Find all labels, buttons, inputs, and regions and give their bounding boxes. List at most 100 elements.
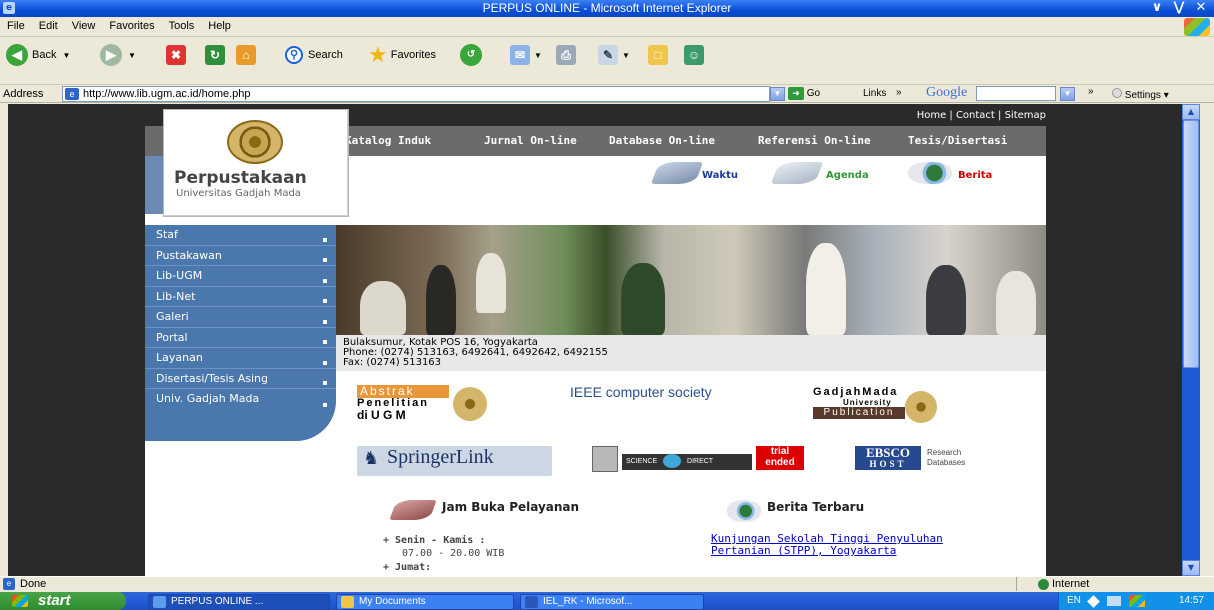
settings-button[interactable]: Settings ▾ — [1112, 88, 1169, 101]
radio-icon — [1112, 88, 1122, 98]
berita-globe-icon[interactable] — [908, 162, 952, 184]
address-input[interactable]: e http://www.lib.ugm.ac.id/home.php — [62, 86, 770, 102]
maximize-button[interactable]: ⋁ — [1168, 0, 1190, 17]
gmup-logo[interactable]: GadjahMada University Publication — [813, 387, 937, 427]
abstrak-penelitian-logo[interactable]: Abstrak Penelitian di U G M — [357, 385, 487, 425]
start-button[interactable]: start — [0, 592, 126, 610]
stop-button[interactable]: ✖ — [166, 43, 186, 67]
go-button[interactable]: ➜ Go — [788, 87, 820, 100]
globe-icon — [727, 500, 761, 522]
menu-tools[interactable]: Tools — [162, 17, 202, 35]
messenger-tray-icon[interactable] — [1129, 595, 1145, 607]
menu-pustakawan[interactable]: Pustakawan — [145, 246, 336, 266]
vertical-scrollbar[interactable]: ▲ ▼ — [1182, 104, 1200, 576]
springer-horse-icon: ♞ — [363, 448, 380, 468]
menu-file[interactable]: File — [0, 17, 32, 35]
network-icon[interactable] — [1107, 596, 1121, 606]
mail-button[interactable]: ✉ ▼ — [510, 43, 542, 67]
waktu-link[interactable]: Waktu — [702, 170, 738, 181]
agenda-link[interactable]: Agenda — [826, 170, 869, 181]
menu-portal[interactable]: Portal — [145, 328, 336, 348]
host-text: HOST — [869, 459, 907, 469]
photo-figure — [360, 281, 406, 335]
nav-jurnal-online[interactable]: Jurnal On-line — [484, 134, 577, 147]
ugm-seal-icon — [453, 387, 487, 421]
direct-text: DIRECT — [687, 458, 714, 465]
top-links[interactable]: Home | Contact | Sitemap — [917, 110, 1046, 121]
chevron-down-icon: ▼ — [622, 50, 630, 60]
address-dropdown[interactable]: ▼ — [770, 87, 785, 101]
berita-link[interactable]: Berita — [958, 170, 992, 181]
status-text: Done — [20, 578, 47, 590]
edit-button[interactable]: ✎ ▼ — [598, 43, 630, 67]
ebsco-logo[interactable]: EBSCO HOST Research Databases — [855, 446, 985, 476]
task-perpus-online[interactable]: PERPUS ONLINE ... — [148, 594, 330, 610]
menu-view[interactable]: View — [65, 17, 103, 35]
springerlink-logo[interactable]: ♞ SpringerLink — [357, 446, 552, 476]
menu-layanan[interactable]: Layanan — [145, 348, 336, 369]
menu-favorites[interactable]: Favorites — [102, 17, 161, 35]
folder-button[interactable]: □ — [648, 43, 668, 67]
menu-lib-net[interactable]: Lib-Net — [145, 287, 336, 307]
menu-lib-ugm[interactable]: Lib-UGM — [145, 266, 336, 287]
search-button[interactable]: ⚲ Search — [285, 43, 343, 67]
jam-day-2: + Jumat: — [383, 562, 432, 573]
menu-staf[interactable]: Staf — [145, 225, 336, 246]
chevron-right-icon[interactable]: » — [896, 87, 902, 98]
messenger-button[interactable]: ☺ — [684, 43, 704, 67]
mail-icon: ✉ — [510, 45, 530, 65]
nav-database-online[interactable]: Database On-line — [609, 134, 715, 147]
menu-help[interactable]: Help — [201, 17, 238, 35]
links-button[interactable]: Links — [863, 88, 886, 99]
address-bar: Address e http://www.lib.ugm.ac.id/home.… — [0, 85, 1214, 103]
nav-referensi-online[interactable]: Referensi On-line — [758, 134, 871, 147]
address-url: http://www.lib.ugm.ac.id/home.php — [83, 88, 251, 100]
jam-time-1: 07.00 - 20.00 WIB — [402, 548, 505, 559]
menu-univ-gadjah-mada[interactable]: Univ. Gadjah Mada — [145, 389, 336, 410]
refresh-button[interactable]: ↻ — [205, 43, 225, 67]
fax-line: Fax: (0274) 513163 — [343, 357, 442, 368]
print-button[interactable]: ⎙ — [556, 43, 576, 67]
berita-link[interactable]: Kunjungan Sekolah Tinggi Penyuluhan Pert… — [711, 533, 981, 557]
chevron-down-icon[interactable]: ▼ — [62, 51, 70, 60]
nav-katalog-induk[interactable]: Katalog Induk — [345, 134, 431, 147]
tray-diamond-icon[interactable] — [1087, 595, 1100, 608]
sd-banner: SCIENCE DIRECT — [622, 454, 752, 470]
ieee-computer-society-logo[interactable]: IEEE computer society — [570, 384, 712, 400]
photo-figure — [926, 265, 966, 335]
forward-button[interactable]: ▶ ▼ — [100, 43, 136, 67]
menu-disertasi-tesis-asing[interactable]: Disertasi/Tesis Asing — [145, 369, 336, 389]
menu-bar: File Edit View Favorites Tools Help — [0, 17, 1214, 37]
google-search-field[interactable] — [976, 86, 1056, 101]
waktu-icon[interactable] — [650, 162, 704, 184]
window-title: PERPUS ONLINE - Microsoft Internet Explo… — [482, 1, 732, 15]
language-indicator[interactable]: EN — [1067, 592, 1081, 610]
standard-toolbar: ◀ Back ▼ ▶ ▼ ✖ ↻ ⌂ ⚲ Search ★ Favorites … — [0, 37, 1214, 85]
favorites-button[interactable]: ★ Favorites — [368, 42, 436, 67]
site-logo[interactable]: Perpustakaan Universitas Gadjah Mada — [164, 110, 348, 216]
agenda-icon[interactable] — [770, 162, 824, 184]
jam-buka-icon — [389, 500, 437, 520]
close-button[interactable]: ✕ — [1190, 0, 1212, 17]
menu-galeri[interactable]: Galeri — [145, 307, 336, 328]
search-icon: ⚲ — [285, 46, 303, 64]
research-text: Research — [927, 448, 962, 457]
chevron-right-icon[interactable]: » — [1088, 86, 1094, 97]
photo-figure — [621, 263, 665, 335]
home-button[interactable]: ⌂ — [236, 43, 256, 67]
task-my-documents[interactable]: My Documents — [336, 594, 514, 610]
title-bar[interactable]: e PERPUS ONLINE - Microsoft Internet Exp… — [0, 0, 1214, 17]
google-dropdown[interactable]: ▼ — [1060, 87, 1075, 101]
scroll-down-button[interactable]: ▼ — [1182, 560, 1200, 576]
scroll-up-button[interactable]: ▲ — [1182, 104, 1200, 120]
sciencedirect-logo[interactable]: SCIENCE DIRECT trial ended — [592, 446, 812, 476]
back-button[interactable]: ◀ Back ▼ — [6, 43, 70, 67]
history-button[interactable]: ↺ — [460, 43, 482, 67]
scroll-thumb[interactable] — [1183, 120, 1199, 368]
menu-edit[interactable]: Edit — [32, 17, 65, 35]
task-iel-rk[interactable]: IEL_RK - Microsof... — [520, 594, 704, 610]
minimize-button[interactable]: ∨ — [1146, 0, 1168, 17]
nav-tesis-disertasi[interactable]: Tesis/Disertasi — [908, 134, 1007, 147]
task-label: IEL_RK - Microsof... — [543, 596, 633, 607]
ie-page-icon: e — [3, 578, 15, 590]
